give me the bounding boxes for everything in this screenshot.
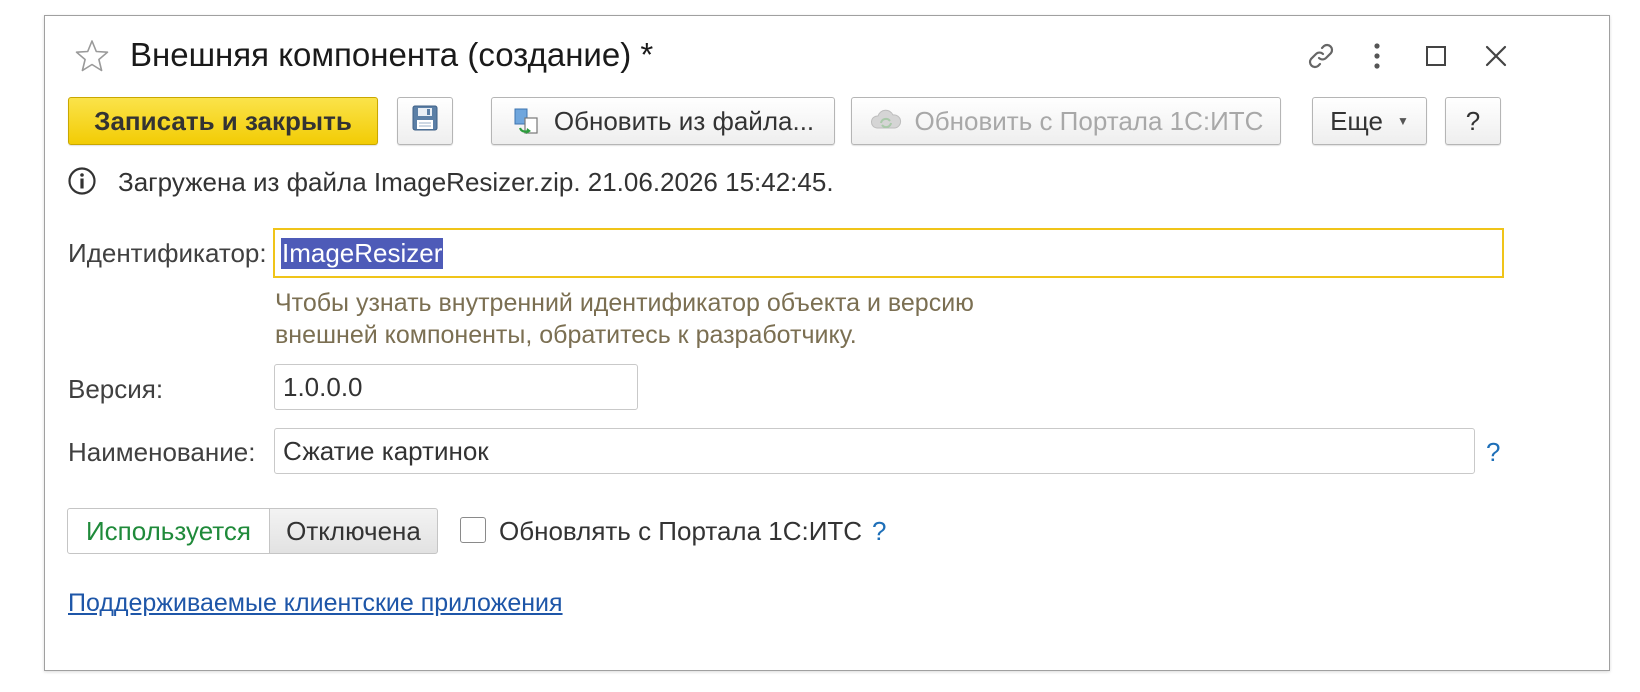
name-input[interactable]: Сжатие картинок: [274, 428, 1475, 474]
dropdown-arrow-icon: ▼: [1397, 114, 1409, 128]
more-menu-label: Еще: [1330, 105, 1383, 136]
identifier-hint-line2: внешней компоненты, обратитесь к разрабо…: [275, 321, 857, 349]
save-and-close-label: Записать и закрыть: [94, 105, 352, 136]
version-value: 1.0.0.0: [283, 371, 363, 402]
identifier-value: ImageResizer: [281, 237, 444, 269]
favorite-star-icon[interactable]: [74, 38, 110, 74]
floppy-disk-icon: [411, 104, 439, 139]
version-label: Версия:: [68, 374, 164, 404]
more-actions-icon[interactable]: [1359, 38, 1395, 74]
status-disabled-toggle[interactable]: Отключена: [269, 508, 438, 554]
close-icon[interactable]: [1478, 38, 1514, 74]
save-button[interactable]: [397, 97, 453, 145]
cloud-refresh-icon: [869, 106, 903, 136]
save-and-close-button[interactable]: Записать и закрыть: [68, 97, 378, 145]
auto-update-label[interactable]: Обновлять с Портала 1С:ИТС: [499, 516, 862, 547]
name-help-link[interactable]: ?: [1486, 437, 1500, 468]
status-used-label: Используется: [85, 515, 251, 546]
help-button-label: ?: [1465, 105, 1481, 136]
status-used-toggle[interactable]: Используется: [67, 508, 270, 554]
status-disabled-label: Отключена: [286, 515, 421, 546]
version-input[interactable]: 1.0.0.0: [274, 364, 638, 410]
update-from-file-label: Обновить из файла...: [553, 105, 815, 136]
info-icon: [67, 166, 97, 201]
name-label: Наименование:: [68, 437, 256, 467]
window-title: Внешняя компонента (создание) *: [130, 36, 654, 73]
name-value: Сжатие картинок: [283, 435, 489, 466]
identifier-label: Идентификатор:: [68, 238, 267, 268]
maximize-icon[interactable]: [1418, 38, 1454, 74]
auto-update-checkbox[interactable]: [460, 517, 486, 543]
update-from-file-icon: [512, 106, 542, 136]
identifier-input[interactable]: ImageResizer: [273, 228, 1504, 278]
update-from-portal-label: Обновить с Портала 1С:ИТС: [914, 105, 1264, 136]
link-icon[interactable]: [1303, 38, 1339, 74]
supported-clients-link[interactable]: Поддерживаемые клиентские приложения: [68, 589, 563, 618]
identifier-hint-line1: Чтобы узнать внутренний идентификатор об…: [275, 289, 974, 317]
help-button[interactable]: ?: [1445, 97, 1501, 145]
update-from-file-button[interactable]: Обновить из файла...: [491, 97, 835, 145]
more-menu-button[interactable]: Еще ▼: [1312, 97, 1427, 145]
update-from-portal-button[interactable]: Обновить с Портала 1С:ИТС: [851, 97, 1281, 145]
auto-update-help-link[interactable]: ?: [872, 516, 886, 547]
info-message: Загружена из файла ImageResizer.zip. 21.…: [118, 167, 834, 197]
dialog-window: Внешняя компонента (создание) * Записать…: [44, 15, 1610, 671]
